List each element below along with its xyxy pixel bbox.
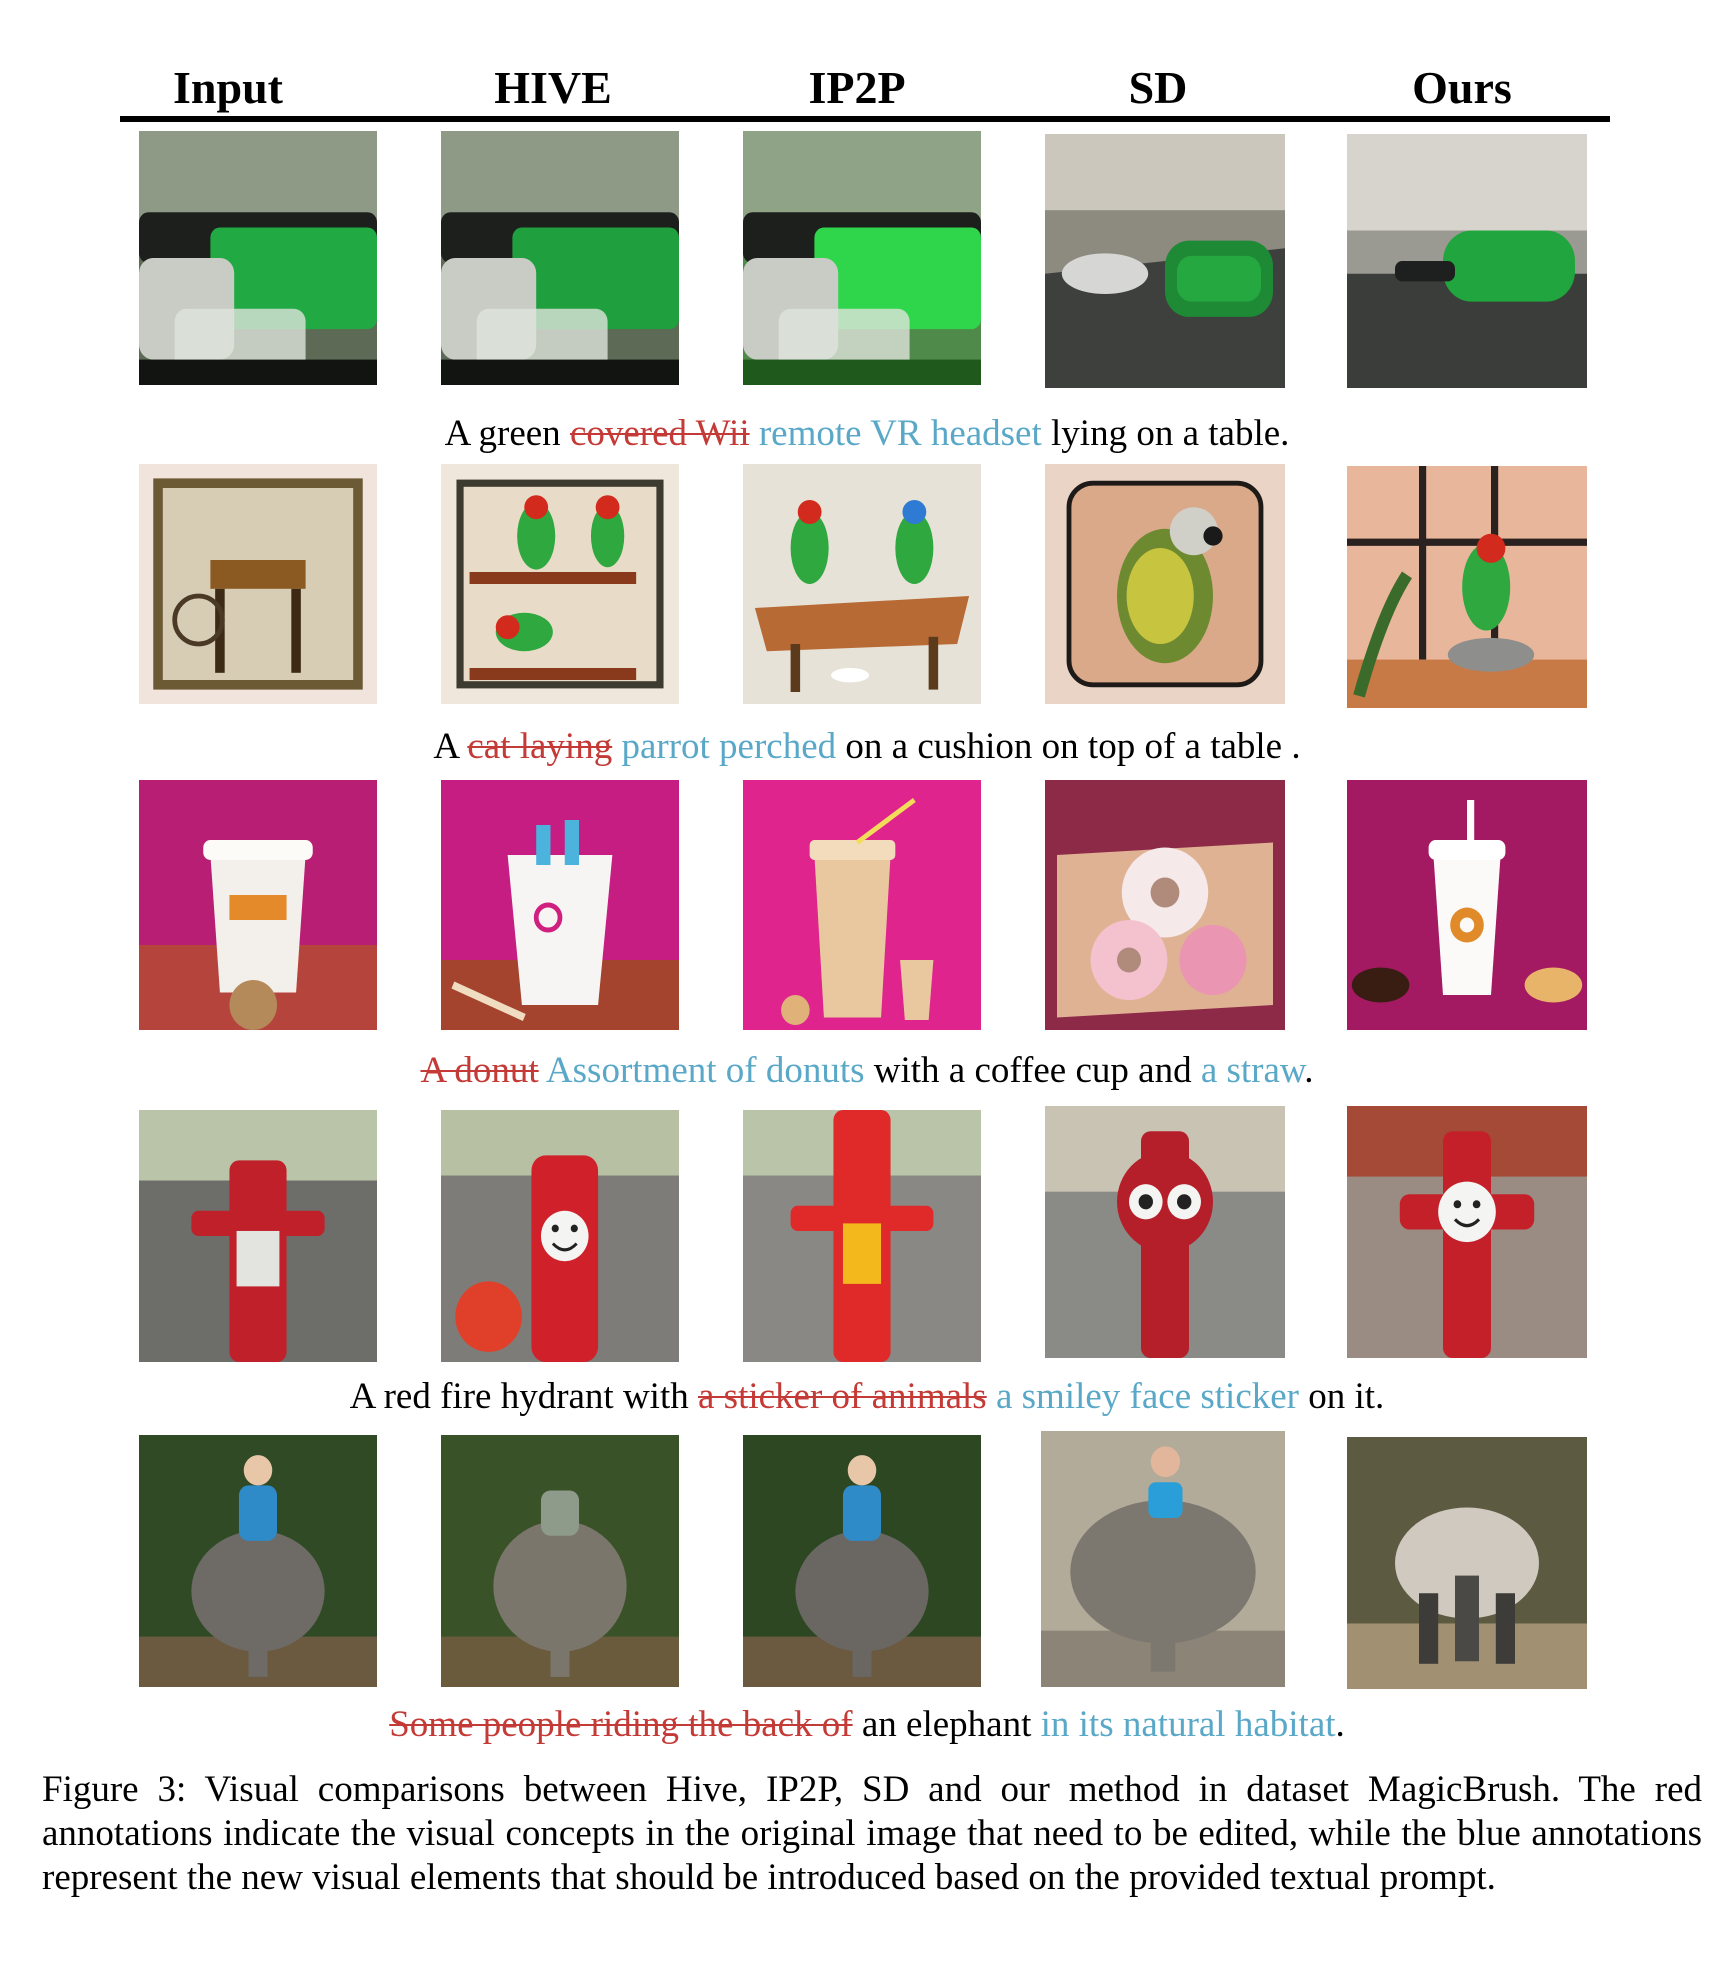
prompt-text xyxy=(539,1050,546,1091)
image-ip2p-row-3 xyxy=(743,780,981,1030)
prompt-added-text: parrot perched xyxy=(621,726,837,767)
image-ours-row-1 xyxy=(1347,134,1587,388)
image-hive-row-5 xyxy=(441,1435,679,1687)
prompt-text: A red fire hydrant with xyxy=(349,1376,698,1417)
image-hive-row-4 xyxy=(441,1110,679,1362)
image-input-row-3 xyxy=(139,780,377,1030)
image-ours-row-5 xyxy=(1347,1437,1587,1689)
prompt-deleted-text: cat laying xyxy=(467,726,613,767)
image-hive-row-1 xyxy=(441,131,679,385)
column-title-input: Input xyxy=(173,62,283,113)
column-title-hive: HIVE xyxy=(494,62,612,113)
prompt-text: A xyxy=(433,726,468,767)
prompt-deleted-text: Some people riding the back of xyxy=(389,1704,853,1745)
image-input-row-1 xyxy=(139,131,377,385)
prompt-text: an elephant xyxy=(852,1704,1041,1745)
image-ours-row-4 xyxy=(1347,1106,1587,1358)
prompt-text: A green xyxy=(444,413,570,454)
prompt-text xyxy=(987,1376,996,1417)
image-hive-row-2 xyxy=(441,464,679,704)
prompt-row-4: A red fire hydrant with a sticker of ani… xyxy=(0,1375,1734,1419)
image-sd-row-3 xyxy=(1045,780,1285,1030)
prompt-row-1: A green covered Wii remote VR headset ly… xyxy=(0,412,1734,456)
prompt-deleted-text: A donut xyxy=(420,1050,539,1091)
prompt-row-5: Some people riding the back of an elepha… xyxy=(0,1703,1734,1747)
prompt-added-text: in its natural habitat xyxy=(1040,1704,1336,1745)
column-title-ours: Ours xyxy=(1412,62,1512,113)
image-ours-row-2 xyxy=(1347,466,1587,708)
prompt-deleted-text: a sticker of animals xyxy=(698,1376,987,1417)
image-sd-row-1 xyxy=(1045,134,1285,388)
image-ip2p-row-5 xyxy=(743,1435,981,1687)
image-ip2p-row-4 xyxy=(743,1110,981,1362)
prompt-added-text: Assortment of donuts xyxy=(545,1050,865,1091)
image-sd-row-2 xyxy=(1045,464,1285,704)
image-sd-row-5 xyxy=(1041,1431,1285,1687)
column-header: Input HIVE IP2P SD Ours xyxy=(120,50,1610,122)
prompt-text: . xyxy=(1304,1050,1314,1091)
prompt-deleted-text: covered Wii xyxy=(569,413,750,454)
column-title-ip2p: IP2P xyxy=(808,62,906,113)
image-input-row-4 xyxy=(139,1110,377,1362)
prompt-text xyxy=(750,413,759,454)
image-ip2p-row-2 xyxy=(743,464,981,704)
prompt-text: lying on a table. xyxy=(1041,413,1290,454)
image-sd-row-4 xyxy=(1045,1106,1285,1358)
prompt-row-3: A donut Assortment of donuts with a coff… xyxy=(0,1049,1734,1093)
image-ip2p-row-1 xyxy=(743,131,981,385)
prompt-text: with a coffee cup and xyxy=(864,1050,1201,1091)
prompt-row-2: A cat laying parrot perched on a cushion… xyxy=(0,725,1734,769)
prompt-added-text: remote VR headset xyxy=(758,413,1042,454)
figure-caption: Figure 3: Visual comparisons between Hiv… xyxy=(42,1769,1702,1898)
image-input-row-5 xyxy=(139,1435,377,1687)
prompt-text: on it. xyxy=(1299,1376,1385,1417)
image-ours-row-3 xyxy=(1347,780,1587,1030)
prompt-added-text: a straw xyxy=(1200,1050,1305,1091)
image-input-row-2 xyxy=(139,464,377,704)
prompt-added-text: a smiley face sticker xyxy=(995,1376,1299,1417)
prompt-text: on a cushion on top of a table . xyxy=(836,726,1301,767)
prompt-text: . xyxy=(1335,1704,1345,1745)
header-rule xyxy=(120,116,1610,122)
column-title-sd: SD xyxy=(1128,62,1188,113)
image-hive-row-3 xyxy=(441,780,679,1030)
